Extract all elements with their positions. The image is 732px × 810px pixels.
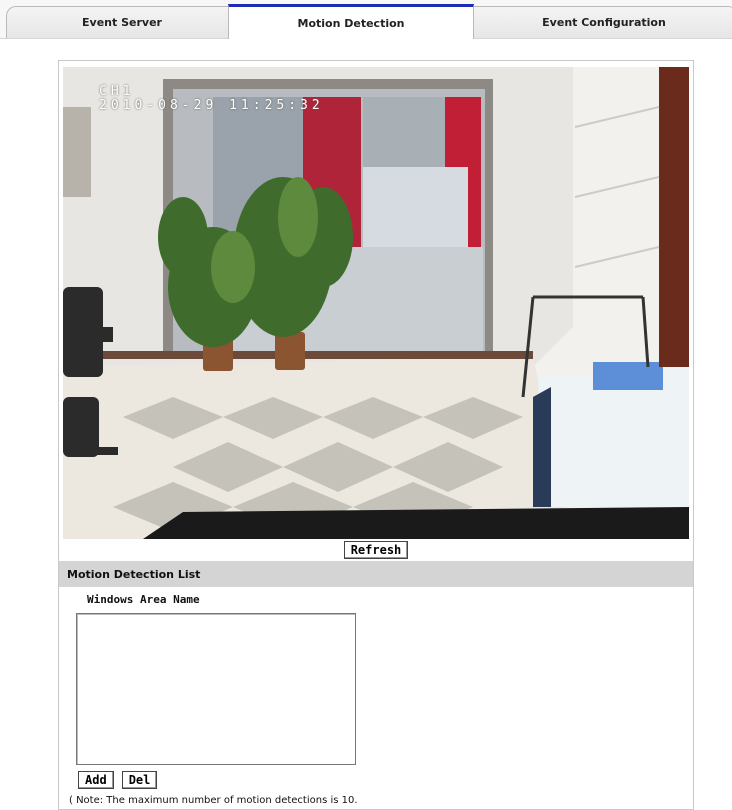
refresh-button[interactable]: Refresh <box>343 541 409 559</box>
tab-event-configuration-label: Event Configuration <box>542 16 666 29</box>
camera-scene-image <box>63 67 689 539</box>
refresh-row: Refresh <box>59 541 693 559</box>
tab-motion-detection[interactable]: Motion Detection <box>228 4 474 39</box>
list-actions: Add Del <box>78 771 158 789</box>
windows-area-listbox[interactable] <box>76 613 356 765</box>
max-detections-note: ( Note: The maximum number of motion det… <box>69 795 358 806</box>
add-button[interactable]: Add <box>78 771 114 789</box>
windows-area-name-label: Windows Area Name <box>87 593 200 606</box>
del-button[interactable]: Del <box>121 771 158 789</box>
tab-event-configuration[interactable]: Event Configuration <box>470 6 732 38</box>
timestamp-label: 2010-08-29 11:25:32 <box>99 98 324 113</box>
motion-detection-list-header: Motion Detection List <box>59 561 693 587</box>
tab-motion-detection-label: Motion Detection <box>297 16 405 30</box>
motion-detection-list-title: Motion Detection List <box>67 567 201 581</box>
tab-event-server[interactable]: Event Server <box>6 6 238 38</box>
camera-live-view[interactable]: CH1 2010-08-29 11:25:32 <box>63 67 689 539</box>
video-osd: CH1 2010-08-29 11:25:32 <box>99 85 324 113</box>
tab-event-server-label: Event Server <box>82 16 162 29</box>
channel-label: CH1 <box>99 84 135 99</box>
tab-bar: Event Server Event Configuration Motion … <box>0 0 732 39</box>
motion-detection-panel: CH1 2010-08-29 11:25:32 Refresh Motion D… <box>58 60 694 810</box>
